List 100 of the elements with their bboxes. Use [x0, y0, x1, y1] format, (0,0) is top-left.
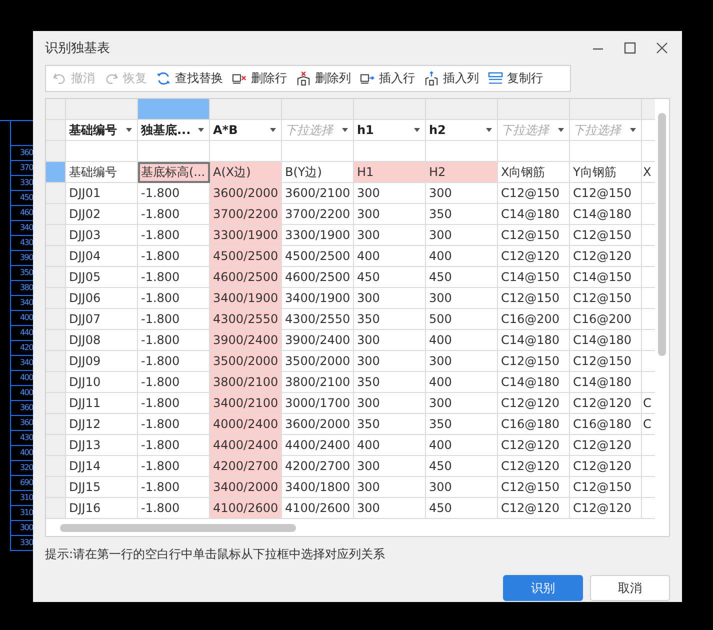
- dropdown-caret-icon: [126, 128, 132, 132]
- hint-text: 提示:请在第一行的空白行中单击鼠标从下拉框中选择对应列关系: [45, 546, 386, 563]
- table-cell: C14@180: [498, 372, 570, 393]
- window-title: 识别独基表: [45, 40, 111, 57]
- table-cell: C12@120: [570, 246, 642, 267]
- column-dropdown[interactable]: 独基底...: [138, 120, 210, 141]
- row-header[interactable]: [46, 435, 66, 456]
- column-selector[interactable]: [282, 99, 354, 120]
- table-cell: 3400/1900: [282, 288, 354, 309]
- row-header[interactable]: [46, 225, 66, 246]
- table-cell: 300: [354, 477, 426, 498]
- row-header[interactable]: [46, 288, 66, 309]
- dropdown-caret-icon: [342, 128, 348, 132]
- horizontal-scrollbar[interactable]: [60, 524, 296, 532]
- table-cell: 300: [426, 477, 498, 498]
- table-cell: 3300/1900: [210, 225, 282, 246]
- table-cell: 300: [426, 393, 498, 414]
- table-cell: H1: [354, 162, 426, 183]
- table-cell: 3300/1900: [282, 225, 354, 246]
- column-selector[interactable]: [498, 99, 570, 120]
- table-cell: 3900/2400: [282, 330, 354, 351]
- table-cell: 3400/2000: [210, 477, 282, 498]
- table-cell: 350: [354, 414, 426, 435]
- table-cell: C12@120: [498, 435, 570, 456]
- table-cell: 450: [426, 456, 498, 477]
- column-selector[interactable]: [426, 99, 498, 120]
- table-cell: C12@150: [570, 225, 642, 246]
- close-icon[interactable]: [654, 40, 670, 56]
- table-cell: 300: [354, 393, 426, 414]
- table-cell: C12@120: [570, 498, 642, 519]
- column-selector[interactable]: [210, 99, 282, 120]
- row-header[interactable]: [46, 204, 66, 225]
- maximize-icon[interactable]: [622, 40, 638, 56]
- column-dropdown[interactable]: A*B: [210, 120, 282, 141]
- table-cell: [570, 141, 642, 162]
- row-header[interactable]: [46, 393, 66, 414]
- recognize-button[interactable]: 识别: [503, 575, 583, 601]
- column-dropdown[interactable]: h1: [354, 120, 426, 141]
- table-cell: C12@120: [498, 246, 570, 267]
- row-header[interactable]: [46, 309, 66, 330]
- row-header[interactable]: [46, 141, 66, 162]
- table-cell: C12@120: [570, 393, 642, 414]
- dropdown-caret-icon: [414, 128, 420, 132]
- column-dropdown[interactable]: 基础编号: [66, 120, 138, 141]
- table-cell: 300: [354, 183, 426, 204]
- table-cell: 450: [426, 498, 498, 519]
- toolbar-button[interactable]: 复制行: [488, 70, 543, 87]
- table-cell: DJJ02: [66, 204, 138, 225]
- row-header[interactable]: [46, 372, 66, 393]
- row-header[interactable]: [46, 330, 66, 351]
- table-cell: X向钢筋: [498, 162, 570, 183]
- table-cell: 350: [426, 204, 498, 225]
- toolbar-button[interactable]: 查找替换: [156, 70, 223, 87]
- column-selector[interactable]: [354, 99, 426, 120]
- row-header[interactable]: [46, 120, 66, 141]
- table-cell: C12@150: [570, 288, 642, 309]
- row-header[interactable]: [46, 477, 66, 498]
- row-header[interactable]: [46, 246, 66, 267]
- table-cell: 300: [354, 288, 426, 309]
- table-cell: 300: [354, 330, 426, 351]
- table-cell: DJJ16: [66, 498, 138, 519]
- table-cell: 3500/2000: [210, 351, 282, 372]
- table-cell: DJJ15: [66, 477, 138, 498]
- table-cell: H2: [426, 162, 498, 183]
- row-header[interactable]: [46, 351, 66, 372]
- table-cell: 350: [354, 372, 426, 393]
- row-header[interactable]: [46, 498, 66, 519]
- table-cell: 300: [426, 351, 498, 372]
- table-cell: 4200/2700: [210, 456, 282, 477]
- row-header[interactable]: [46, 456, 66, 477]
- table-cell: C12@150: [498, 477, 570, 498]
- table-cell: 4400/2400: [282, 435, 354, 456]
- table-cell: 300: [426, 183, 498, 204]
- table-cell: C16@180: [570, 414, 642, 435]
- table-cell: 4200/2700: [282, 456, 354, 477]
- table-cell: 400: [354, 435, 426, 456]
- column-selector[interactable]: [570, 99, 642, 120]
- row-header[interactable]: [46, 183, 66, 204]
- table-cell: 400: [426, 435, 498, 456]
- toolbar-button[interactable]: 删除行: [232, 70, 287, 87]
- toolbar-button[interactable]: 删除列: [296, 70, 351, 87]
- redo-icon: [104, 71, 119, 86]
- column-selector[interactable]: [642, 99, 655, 120]
- column-selector[interactable]: [66, 99, 138, 120]
- column-selector[interactable]: [138, 99, 210, 120]
- table-cell: 4600/2500: [210, 267, 282, 288]
- table-cell: DJJ13: [66, 435, 138, 456]
- row-header[interactable]: [46, 162, 66, 183]
- table-cell: 4100/2600: [282, 498, 354, 519]
- toolbar-button[interactable]: 插入列: [424, 70, 479, 87]
- dropdown-caret-icon: [558, 128, 564, 132]
- vertical-scrollbar[interactable]: [658, 113, 666, 356]
- cancel-button[interactable]: 取消: [590, 575, 670, 601]
- table-cell: [498, 141, 570, 162]
- row-header[interactable]: [46, 414, 66, 435]
- toolbar-button[interactable]: 插入行: [360, 70, 415, 87]
- table-cell: DJJ11: [66, 393, 138, 414]
- table-cell: 4000/2400: [210, 414, 282, 435]
- column-dropdown[interactable]: h2: [426, 120, 498, 141]
- row-header[interactable]: [46, 267, 66, 288]
